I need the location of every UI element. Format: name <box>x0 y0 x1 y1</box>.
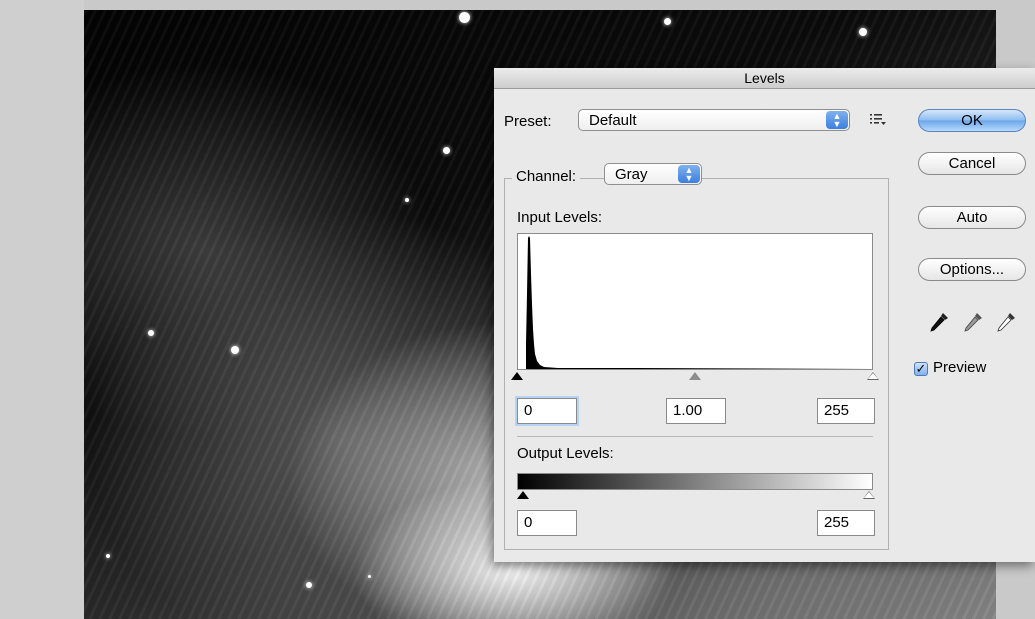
input-black-slider[interactable] <box>511 372 523 380</box>
gray-eyedropper-icon[interactable] <box>962 311 984 333</box>
preset-label: Preset: <box>504 113 552 130</box>
preview-checkbox[interactable]: ✓ <box>914 362 928 376</box>
star <box>443 147 450 154</box>
input-levels-label: Input Levels: <box>517 209 603 226</box>
channel-value: Gray <box>615 166 648 183</box>
black-eyedropper-icon[interactable] <box>928 311 950 333</box>
preset-value: Default <box>589 112 637 129</box>
ok-button[interactable]: OK <box>918 109 1026 132</box>
preset-select[interactable]: Default ▲ ▼ <box>578 109 850 131</box>
star <box>405 198 409 202</box>
chevron-updown-icon: ▲ ▼ <box>826 111 848 129</box>
levels-dialog: Levels Preset: Default ▲ ▼ OK Cancel Auto… <box>494 68 1035 562</box>
dialog-title[interactable]: Levels <box>494 68 1035 89</box>
output-levels-label: Output Levels: <box>517 445 614 462</box>
levels-divider <box>517 436 873 437</box>
auto-button[interactable]: Auto <box>918 206 1026 229</box>
star <box>459 12 470 23</box>
output-black-field[interactable]: 0 <box>517 510 577 536</box>
input-white-field[interactable]: 255 <box>817 398 875 424</box>
white-eyedropper-icon[interactable] <box>995 311 1017 333</box>
preset-menu-icon[interactable] <box>869 111 887 127</box>
pasteboard-margin <box>0 0 84 619</box>
cancel-button[interactable]: Cancel <box>918 152 1026 175</box>
output-black-slider[interactable] <box>517 491 529 499</box>
channel-select[interactable]: Gray ▲ ▼ <box>604 163 702 185</box>
chevron-updown-icon: ▲ ▼ <box>678 165 700 183</box>
output-white-field[interactable]: 255 <box>817 510 875 536</box>
input-gamma-field[interactable]: 1.00 <box>666 398 726 424</box>
histogram <box>517 233 873 370</box>
channel-label: Channel: <box>512 168 581 185</box>
checkmark-icon: ✓ <box>915 361 927 376</box>
output-white-slider[interactable] <box>863 491 875 499</box>
options-button[interactable]: Options... <box>918 258 1026 281</box>
star <box>106 554 110 558</box>
output-gradient-bar <box>517 473 873 490</box>
star <box>368 575 371 578</box>
star <box>231 346 239 354</box>
star <box>306 582 312 588</box>
star <box>148 330 154 336</box>
preview-label: Preview <box>933 359 987 376</box>
star <box>664 18 671 25</box>
histogram-plot <box>526 236 872 369</box>
input-gamma-slider[interactable] <box>689 372 701 380</box>
input-black-field[interactable]: 0 <box>515 396 579 426</box>
star <box>859 28 867 36</box>
input-white-slider[interactable] <box>867 372 879 380</box>
